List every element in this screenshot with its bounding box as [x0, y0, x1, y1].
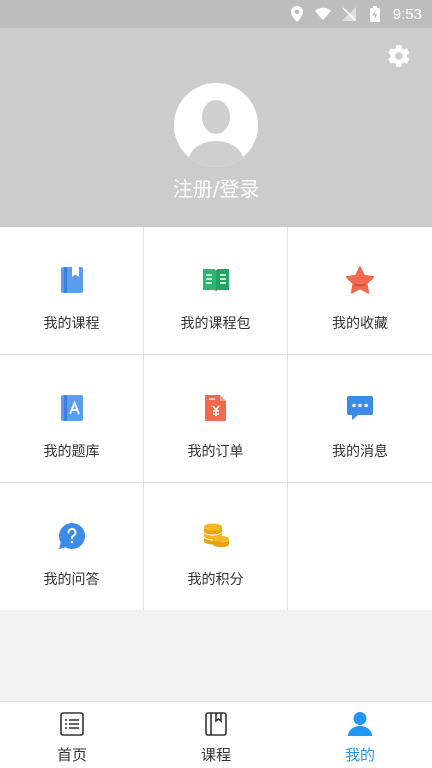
question-bank-icon — [57, 393, 87, 423]
status-time: 9:53 — [392, 5, 422, 23]
wifi-icon — [314, 6, 331, 22]
location-icon — [289, 6, 305, 22]
course-icon — [202, 710, 230, 738]
menu-item-my-question-bank[interactable]: 我的题库 — [0, 355, 144, 483]
profile-header: 注册/登录 — [0, 28, 432, 227]
menu-item-label: 我的积分 — [187, 572, 244, 588]
menu-item-my-favorites[interactable]: 我的收藏 — [288, 227, 432, 355]
points-coins-icon — [201, 521, 231, 551]
menu-item-my-points[interactable]: 我的积分 — [144, 483, 288, 610]
qa-icon — [57, 521, 87, 551]
menu-item-my-qa[interactable]: 我的问答 — [0, 483, 144, 610]
bottom-tab-bar: 首页 课程 我的 — [0, 701, 432, 768]
tab-label: 课程 — [200, 746, 231, 764]
menu-item-my-messages[interactable]: 我的消息 — [288, 355, 432, 483]
status-bar: 9:53 — [0, 0, 432, 28]
menu-item-label: 我的收藏 — [332, 316, 388, 332]
message-icon — [345, 393, 375, 423]
menu-item-my-course-package[interactable]: 我的课程包 — [144, 227, 288, 355]
menu-item-my-courses[interactable]: 我的课程 — [0, 227, 144, 355]
login-register-link[interactable]: 注册/登录 — [0, 173, 432, 202]
menu-item-empty — [288, 483, 432, 610]
menu-item-label: 我的题库 — [43, 444, 100, 460]
tab-label: 首页 — [56, 746, 87, 764]
menu-item-label: 我的订单 — [187, 444, 244, 460]
tab-label: 我的 — [344, 746, 375, 764]
battery-charging-icon — [367, 6, 383, 22]
star-icon — [345, 265, 375, 295]
order-icon — [201, 393, 231, 423]
tab-home[interactable]: 首页 — [0, 702, 144, 768]
menu-item-label: 我的课程包 — [180, 316, 251, 332]
avatar[interactable] — [174, 83, 258, 167]
no-signal-icon — [341, 6, 357, 22]
home-list-icon — [58, 710, 86, 738]
course-package-icon — [201, 265, 231, 295]
menu-grid: 我的课程 我的课程包 我的收藏 我的题库 我的订单 我的消息 我的问答 我的积分 — [0, 227, 432, 610]
menu-item-label: 我的问答 — [43, 572, 100, 588]
menu-item-label: 我的消息 — [332, 444, 388, 460]
tab-profile[interactable]: 我的 — [288, 702, 432, 768]
tab-courses[interactable]: 课程 — [144, 702, 288, 768]
menu-item-label: 我的课程 — [43, 316, 100, 332]
course-book-icon — [57, 265, 87, 295]
settings-gear-icon[interactable] — [386, 43, 412, 69]
menu-item-my-orders[interactable]: 我的订单 — [144, 355, 288, 483]
profile-icon — [346, 710, 374, 738]
